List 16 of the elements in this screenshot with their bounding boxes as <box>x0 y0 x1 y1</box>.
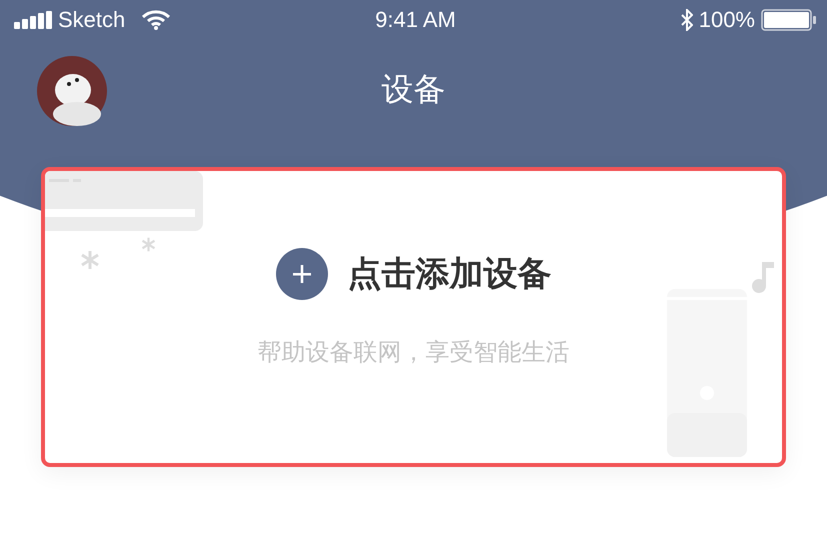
avatar-icon[interactable] <box>37 56 107 126</box>
add-device-card[interactable]: 点击添加设备 帮助设备联网，享受智能生活 <box>41 167 786 467</box>
page-title: 设备 <box>382 70 446 109</box>
music-note-icon <box>750 260 776 294</box>
status-time: 9:41 AM <box>375 7 456 33</box>
carrier-name: Sketch <box>58 7 126 33</box>
battery-icon <box>761 9 817 31</box>
battery-percentage: 100% <box>698 7 755 33</box>
wifi-icon <box>141 10 172 30</box>
snowflake-icon <box>80 250 100 270</box>
card-subtitle: 帮助设备联网，享受智能生活 <box>258 338 570 368</box>
add-device-label: 点击添加设备 <box>348 254 552 295</box>
signal-icon <box>14 11 52 29</box>
bluetooth-icon <box>680 9 693 31</box>
snowflake-icon <box>141 237 156 252</box>
plus-icon[interactable] <box>276 248 328 300</box>
